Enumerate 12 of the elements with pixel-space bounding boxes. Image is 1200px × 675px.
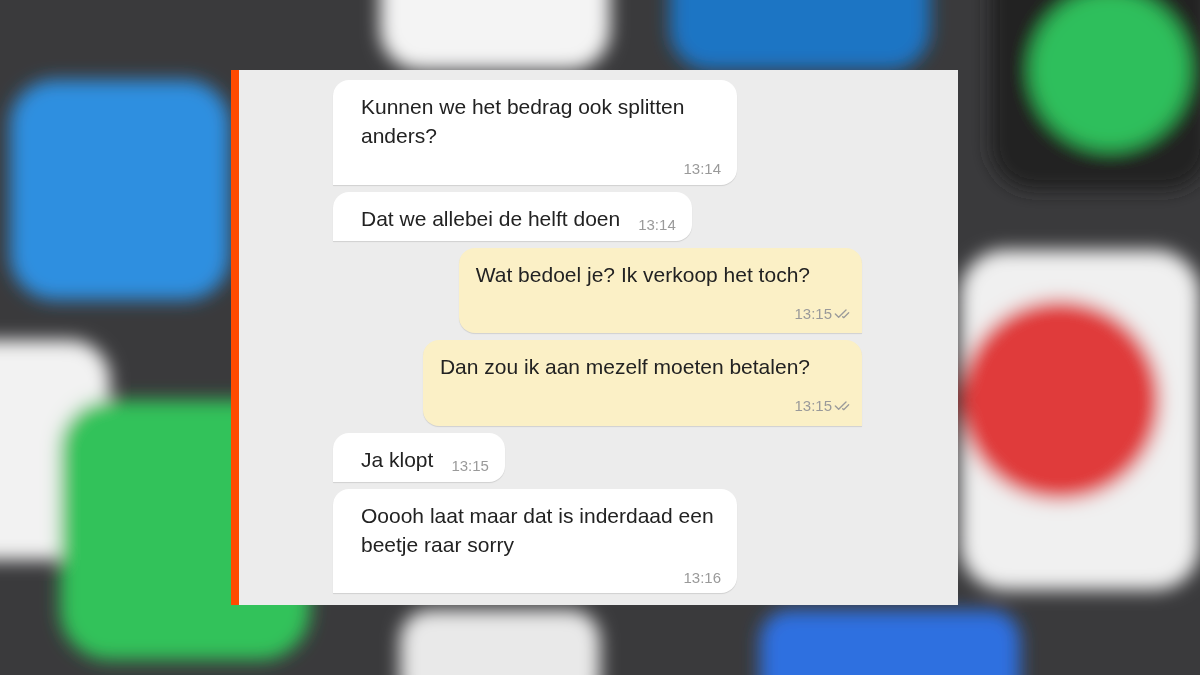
message-time: 13:16 [683, 567, 721, 588]
message-time: 13:15 [451, 456, 489, 476]
message-time: 13:15 [794, 303, 832, 324]
message-time: 13:14 [638, 215, 676, 235]
message-text: Wat bedoel je? Ik verkoop het toch? [475, 261, 811, 288]
message-time: 13:14 [683, 159, 721, 179]
message-time: 13:15 [794, 396, 832, 416]
message-text: Dat we allebei de helft doen [361, 205, 621, 232]
message-text: Dan zou ik aan mezelf moeten betalen? [439, 354, 811, 380]
message-text: Ooooh laat maar dat is inderdaad een beetje raar sorry [361, 502, 715, 558]
message-text: Kunnen we het bedrag ook splitten anders? [361, 94, 686, 149]
message-text: Ja klopt [361, 446, 434, 473]
